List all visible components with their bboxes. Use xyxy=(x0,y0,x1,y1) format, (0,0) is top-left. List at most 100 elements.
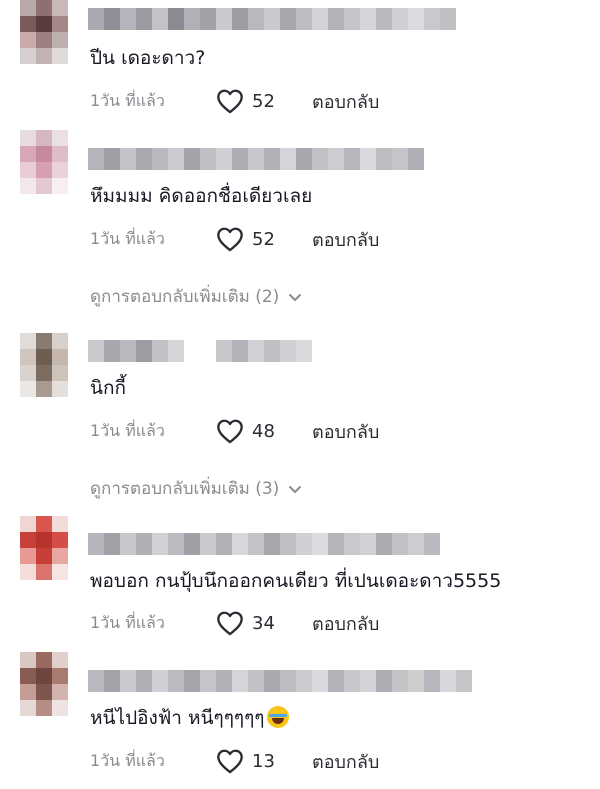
like-button[interactable]: 52 xyxy=(216,226,312,252)
username-pixel xyxy=(232,670,248,692)
heart-outline-icon xyxy=(217,611,243,636)
username-pixel xyxy=(440,8,456,30)
username-pixel xyxy=(392,533,408,555)
comment-text: หนีไปอิงฟ้า หนีๆๆๆๆๆ xyxy=(90,706,289,730)
username-pixel xyxy=(376,8,392,30)
username-pixel xyxy=(152,340,168,362)
reply-button[interactable]: ตอบกลับ xyxy=(312,87,379,116)
avatar-pixel xyxy=(36,16,52,32)
username-pixel xyxy=(168,8,184,30)
username-pixel xyxy=(360,8,376,30)
avatar-pixel xyxy=(36,146,52,162)
avatar-pixel xyxy=(20,333,36,349)
username-pixel xyxy=(104,8,120,30)
username-pixel xyxy=(88,148,104,170)
comment-meta: 1วัน ที่แล้ว 52 ตอบกลับ xyxy=(90,226,379,252)
username[interactable] xyxy=(88,8,456,30)
username-pixel xyxy=(392,670,408,692)
username[interactable] xyxy=(88,533,440,555)
username-pixel xyxy=(104,340,120,362)
avatar-pixel xyxy=(36,516,52,532)
avatar-pixel xyxy=(52,0,68,16)
avatar-pixel xyxy=(52,684,68,700)
avatar[interactable] xyxy=(20,333,68,397)
avatar-pixel xyxy=(36,564,52,580)
username[interactable] xyxy=(88,340,344,362)
avatar[interactable] xyxy=(20,130,68,194)
avatar-pixel xyxy=(52,564,68,580)
avatar-pixel xyxy=(52,162,68,178)
reply-button[interactable]: ตอบกลับ xyxy=(312,417,379,446)
username-pixel xyxy=(408,670,424,692)
username-pixel xyxy=(104,533,120,555)
username-pixel xyxy=(280,670,296,692)
like-button[interactable]: 13 xyxy=(216,748,312,774)
username-pixel xyxy=(232,148,248,170)
avatar-pixel xyxy=(36,700,52,716)
avatar-pixel xyxy=(36,652,52,668)
username-pixel xyxy=(280,8,296,30)
username-pixel xyxy=(184,148,200,170)
username-pixel xyxy=(88,533,104,555)
heart-outline-icon xyxy=(217,227,243,252)
like-count: 52 xyxy=(252,90,275,112)
username-pixel xyxy=(168,533,184,555)
avatar-pixel xyxy=(20,32,36,48)
view-more-replies-label: ดูการตอบกลับเพิ่มเติม (2) xyxy=(90,287,280,307)
like-count: 34 xyxy=(252,612,275,634)
username[interactable] xyxy=(88,670,472,692)
avatar-pixel xyxy=(20,162,36,178)
comment-meta: 1วัน ที่แล้ว 52 ตอบกลับ xyxy=(90,88,379,114)
reply-button[interactable]: ตอบกลับ xyxy=(312,747,379,776)
like-button[interactable]: 52 xyxy=(216,88,312,114)
avatar-pixel xyxy=(36,684,52,700)
username[interactable] xyxy=(88,148,424,170)
username-pixel xyxy=(344,533,360,555)
username-pixel xyxy=(296,8,312,30)
avatar[interactable] xyxy=(20,652,68,716)
username-pixel xyxy=(152,8,168,30)
username-pixel xyxy=(264,148,280,170)
username-pixel xyxy=(280,340,296,362)
username-pixel xyxy=(376,533,392,555)
heart-outline-icon xyxy=(217,419,243,444)
avatar-pixel xyxy=(20,381,36,397)
reply-button[interactable]: ตอบกลับ xyxy=(312,609,379,638)
avatar-pixel xyxy=(36,548,52,564)
username-pixel xyxy=(120,340,136,362)
avatar-pixel xyxy=(36,333,52,349)
avatar-pixel xyxy=(36,0,52,16)
username-pixel xyxy=(232,533,248,555)
avatar-pixel xyxy=(52,700,68,716)
username-pixel xyxy=(360,533,376,555)
view-more-replies[interactable]: ดูการตอบกลับเพิ่มเติม (2) xyxy=(90,283,303,310)
username-pixel xyxy=(88,340,104,362)
username-pixel xyxy=(456,670,472,692)
comment-text-content: หนีไปอิงฟ้า หนีๆๆๆๆๆ xyxy=(90,707,265,729)
avatar-pixel xyxy=(20,146,36,162)
avatar-pixel xyxy=(52,333,68,349)
username-pixel xyxy=(312,670,328,692)
username-pixel xyxy=(152,148,168,170)
heart-outline-icon xyxy=(217,749,243,774)
username-pixel xyxy=(120,8,136,30)
avatar-pixel xyxy=(52,349,68,365)
avatar-pixel xyxy=(36,48,52,64)
avatar[interactable] xyxy=(20,0,68,64)
avatar[interactable] xyxy=(20,516,68,580)
comment-meta: 1วัน ที่แล้ว 13 ตอบกลับ xyxy=(90,748,379,774)
like-button[interactable]: 34 xyxy=(216,610,312,636)
username-pixel xyxy=(312,340,328,362)
reply-button[interactable]: ตอบกลับ xyxy=(312,225,379,254)
username-pixel xyxy=(248,533,264,555)
avatar-pixel xyxy=(36,668,52,684)
avatar-pixel xyxy=(20,516,36,532)
view-more-replies-label: ดูการตอบกลับเพิ่มเติม (3) xyxy=(90,479,280,499)
username-pixel xyxy=(136,533,152,555)
username-pixel xyxy=(200,340,216,362)
heart-outline-icon xyxy=(217,89,243,114)
username-pixel xyxy=(296,340,312,362)
avatar-pixel xyxy=(20,668,36,684)
like-button[interactable]: 48 xyxy=(216,418,312,444)
view-more-replies[interactable]: ดูการตอบกลับเพิ่มเติม (3) xyxy=(90,475,303,502)
